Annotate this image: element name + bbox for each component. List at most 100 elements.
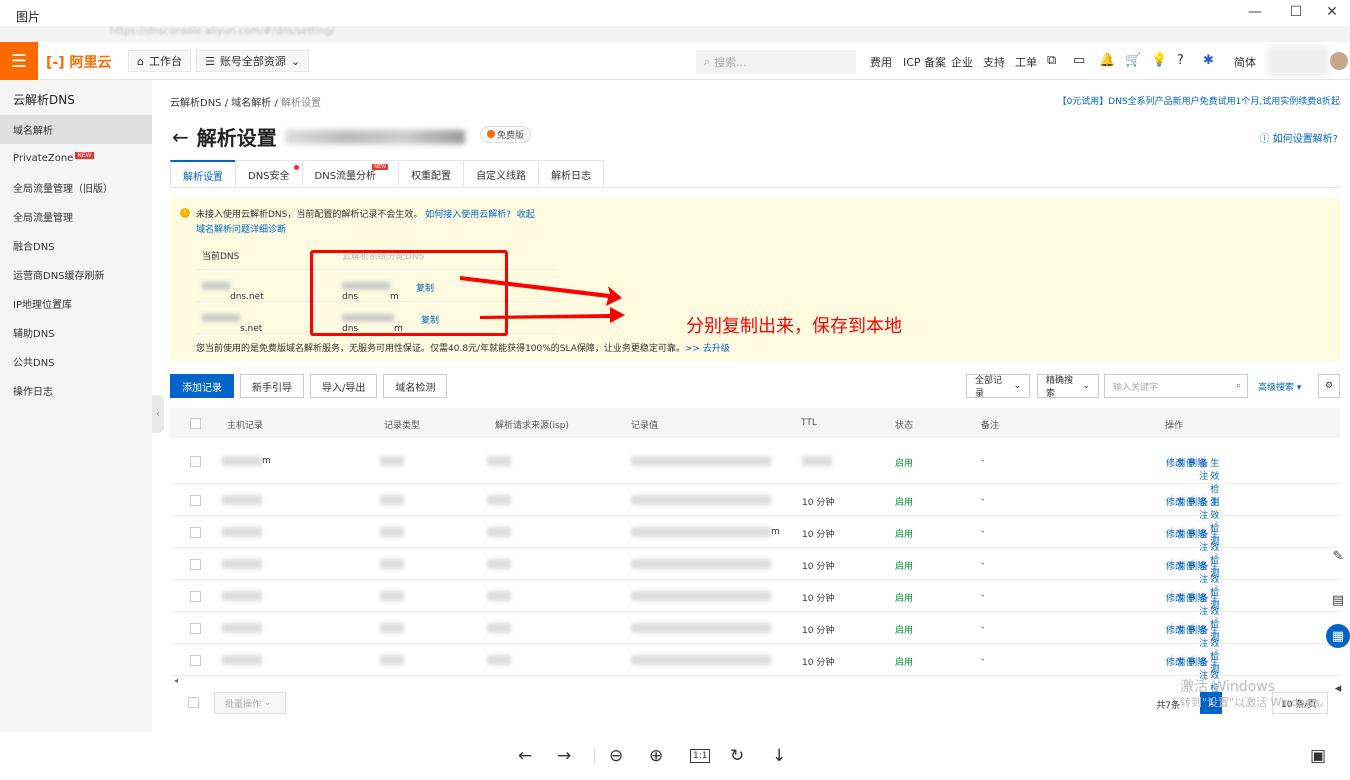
tab-traffic[interactable]: DNS流量分析 NEW	[301, 160, 400, 188]
row-checkbox[interactable]	[190, 559, 201, 570]
help-icon[interactable]: ?	[1177, 53, 1184, 68]
sidebar-item-oplog[interactable]: 操作日志	[0, 376, 152, 405]
nav-support[interactable]: 支持	[983, 54, 1005, 70]
keyword-input[interactable]: 输入关键字 ⌕	[1104, 374, 1248, 398]
nav-ticket[interactable]: 工单	[1015, 54, 1037, 70]
sidebar-item-gtm-old[interactable]: 全局流量管理（旧版）	[0, 173, 152, 202]
row-checkbox[interactable]	[190, 456, 201, 467]
upgrade-link[interactable]: >> 去升级	[685, 344, 730, 354]
row-checkbox[interactable]	[190, 655, 201, 666]
rotate-icon[interactable]: ↻	[730, 746, 744, 766]
search-input[interactable]: ⌕ 搜索...	[696, 50, 856, 74]
note-link[interactable]: 备注	[1199, 655, 1210, 681]
table-header: 主机记录 记录类型 解析请求来源(isp) 记录值 TTL 状态 备注 操作	[170, 408, 1340, 438]
close-button[interactable]: ✕	[1317, 4, 1347, 20]
watermark-sub: 转到"设置"以激活 Windows。	[1180, 696, 1331, 709]
chevron-down-icon: ⌄	[290, 54, 301, 68]
note-link[interactable]: 备注	[1199, 456, 1210, 482]
prev-arrow-icon[interactable]: ←	[518, 746, 532, 766]
batch-ops-select[interactable]: 批量操作 ⌄	[214, 692, 286, 714]
sidebar-item-label: 公共DNS	[13, 358, 55, 369]
sidebar-item-secondary-dns[interactable]: 辅助DNS	[0, 318, 152, 347]
tab-settings[interactable]: 解析设置	[170, 160, 236, 188]
bell-icon[interactable]: 🔔	[1099, 53, 1115, 68]
col-status[interactable]: 状态	[895, 418, 913, 431]
zoom-in-icon[interactable]: ⊕	[649, 746, 663, 766]
col-host[interactable]: 主机记录	[227, 418, 263, 431]
advanced-search-link[interactable]: 高级搜索 ▾	[1258, 380, 1301, 393]
tab-log[interactable]: 解析日志	[538, 160, 605, 188]
screen-icon[interactable]: ▭	[1073, 53, 1085, 68]
blur-mask	[222, 559, 262, 569]
tab-custom-line[interactable]: 自定义线路	[463, 160, 540, 188]
workbench-button[interactable]: ⌂ 工作台	[128, 50, 191, 72]
sidebar-item-fusion-dns[interactable]: 融合DNS	[0, 231, 152, 260]
edit-float-icon[interactable]: ✎	[1326, 544, 1350, 568]
grid-float-icon[interactable]: ▦	[1326, 624, 1350, 648]
crumb-domain[interactable]: 域名解析	[231, 98, 271, 109]
back-arrow-icon[interactable]: ←	[172, 125, 189, 149]
minimize-button[interactable]: —	[1240, 4, 1270, 20]
sidebar-item-domain[interactable]: 域名解析	[0, 115, 152, 144]
record-filter-select[interactable]: 全部记录 ⌄	[966, 374, 1030, 399]
tab-security[interactable]: DNS安全	[235, 160, 303, 188]
bulb-icon[interactable]: 💡	[1151, 53, 1167, 68]
add-record-button[interactable]: 添加记录	[170, 374, 234, 398]
next-arrow-icon[interactable]: →	[557, 746, 571, 766]
blur-mask	[380, 495, 404, 505]
value-text: m	[771, 527, 780, 537]
row-checkbox[interactable]	[190, 495, 201, 506]
zoom-out-icon[interactable]: ⊖	[609, 746, 623, 766]
row-checkbox[interactable]	[190, 623, 201, 634]
edition-label: 免费版	[497, 131, 525, 141]
select-all-checkbox[interactable]	[190, 418, 201, 429]
col-type[interactable]: 记录类型	[384, 418, 420, 431]
chat-float-icon[interactable]: ▤	[1326, 588, 1350, 612]
col-ttl: TTL	[801, 418, 817, 428]
row-checkbox[interactable]	[190, 591, 201, 602]
nav-enterprise[interactable]: 企业	[951, 54, 973, 70]
blur-mask	[487, 591, 511, 601]
promo-link[interactable]: 【0元试用】DNS全系列产品新用户免费试用1个月,试用实例续费8折起	[1058, 94, 1340, 107]
cart-icon[interactable]: 🛒	[1125, 53, 1141, 68]
maximize-button[interactable]: ☐	[1281, 4, 1311, 20]
footer-checkbox[interactable]	[188, 697, 199, 708]
row-isp	[487, 655, 511, 668]
logo[interactable]: [-] 阿里云	[46, 52, 111, 72]
domain-check-button[interactable]: 域名检测	[383, 374, 448, 398]
search-mode-select[interactable]: 精确搜索 ⌄	[1037, 374, 1099, 399]
table-row: 10 分钟启用-修改|暂停|删除|备注|生效检测	[170, 548, 1340, 611]
expand-float-icon[interactable]: ◂	[1326, 676, 1350, 700]
blur-mask	[631, 591, 771, 601]
actual-size-icon[interactable]: 1:1	[690, 749, 711, 763]
red-dot-icon	[293, 165, 299, 170]
row-isp	[487, 591, 511, 604]
col-isp[interactable]: 解析请求来源(isp)	[495, 418, 569, 431]
download-icon[interactable]: ↓	[772, 746, 786, 766]
menu-icon[interactable]: ☰	[0, 42, 38, 80]
account-name[interactable]	[1268, 46, 1328, 76]
blur-mask	[631, 655, 771, 665]
scroll-left-arrow-icon[interactable]: ◂	[174, 676, 178, 685]
import-export-button[interactable]: 导入/导出	[310, 374, 378, 398]
tab-weight[interactable]: 权重配置	[398, 160, 465, 188]
help-link[interactable]: ⓘ 如何设置解析?	[1260, 130, 1339, 145]
nav-icp[interactable]: ICP 备案	[903, 54, 946, 70]
resource-select[interactable]: ☰ 账号全部资源 ⌄	[196, 50, 310, 72]
crumb-dns[interactable]: 云解析DNS	[170, 98, 222, 109]
settings-icon[interactable]: ⚙	[1318, 374, 1340, 398]
avatar[interactable]	[1330, 52, 1348, 70]
guide-button[interactable]: 新手引导	[240, 374, 304, 398]
sidebar-item-cache-refresh[interactable]: 运营商DNS缓存刷新	[0, 260, 152, 289]
sidebar-item-privatezone[interactable]: PrivateZone NEW	[0, 144, 152, 173]
star-icon[interactable]: ✱	[1203, 53, 1214, 68]
row-checkbox[interactable]	[190, 527, 201, 538]
table-row: m 启用 - 修改 | 暂停 | 删除 | 备注 | 生效检测	[170, 438, 1340, 508]
sidebar-item-gtm[interactable]: 全局流量管理	[0, 202, 152, 231]
sidebar-item-ip-geo[interactable]: IP地理位置库	[0, 289, 152, 318]
sidebar-item-public-dns[interactable]: 公共DNS	[0, 347, 152, 376]
ocr-icon[interactable]: ▣	[1310, 746, 1326, 766]
language-switch[interactable]: 简体	[1234, 54, 1256, 70]
code-icon[interactable]: ⧉	[1047, 53, 1056, 68]
nav-fees[interactable]: 费用	[870, 54, 892, 70]
